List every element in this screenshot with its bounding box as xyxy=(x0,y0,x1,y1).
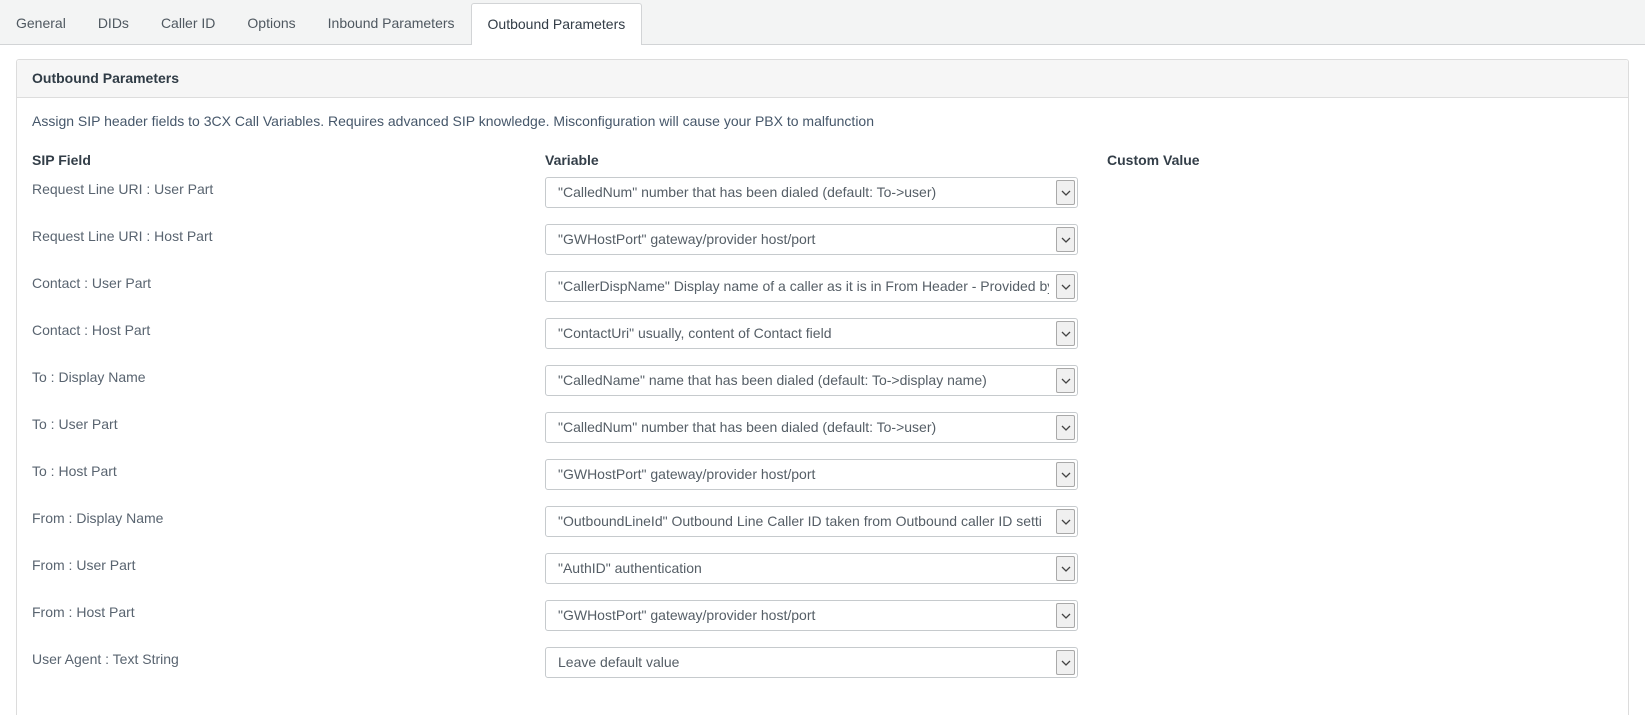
sip-mapping-row: To : User Part "CalledNum" number that h… xyxy=(32,412,1613,459)
sip-mapping-row: From : Display Name "OutboundLineId" Out… xyxy=(32,506,1613,553)
panel-body: Assign SIP header fields to 3CX Call Var… xyxy=(17,98,1628,709)
variable-cell: "AuthID" authentication xyxy=(545,553,1107,584)
chevron-down-icon[interactable] xyxy=(1056,227,1075,252)
custom-value-cell xyxy=(1107,318,1613,319)
chevron-down-icon[interactable] xyxy=(1056,321,1075,346)
tab-options[interactable]: Options xyxy=(231,3,311,44)
variable-select-value: "ContactUri" usually, content of Contact… xyxy=(558,325,1049,341)
custom-value-cell xyxy=(1107,412,1613,413)
sip-mapping-row: From : Host Part "GWHostPort" gateway/pr… xyxy=(32,600,1613,647)
custom-value-cell xyxy=(1107,271,1613,272)
variable-select-value: "CallerDispName" Display name of a calle… xyxy=(558,278,1049,294)
sip-field-label: Contact : User Part xyxy=(32,271,545,292)
help-text: Assign SIP header fields to 3CX Call Var… xyxy=(32,113,1613,130)
variable-cell: "ContactUri" usually, content of Contact… xyxy=(545,318,1107,349)
variable-select-value: "AuthID" authentication xyxy=(558,560,1049,576)
chevron-down-icon[interactable] xyxy=(1056,462,1075,487)
variable-select-value: "CalledNum" number that has been dialed … xyxy=(558,419,1049,435)
variable-cell: "GWHostPort" gateway/provider host/port xyxy=(545,224,1107,255)
sip-field-label: From : Host Part xyxy=(32,600,545,621)
sip-field-label: To : Host Part xyxy=(32,459,545,480)
variable-select-value: "CalledNum" number that has been dialed … xyxy=(558,184,1049,200)
variable-select-value: "GWHostPort" gateway/provider host/port xyxy=(558,607,1049,623)
tab-inbound-parameters[interactable]: Inbound Parameters xyxy=(312,3,471,44)
sip-mapping-row: Contact : Host Part "ContactUri" usually… xyxy=(32,318,1613,365)
custom-value-cell xyxy=(1107,647,1613,648)
variable-select[interactable]: "ContactUri" usually, content of Contact… xyxy=(545,318,1078,349)
chevron-down-icon[interactable] xyxy=(1056,415,1075,440)
variable-cell: "GWHostPort" gateway/provider host/port xyxy=(545,459,1107,490)
variable-select-value: Leave default value xyxy=(558,654,1049,670)
sip-mapping-row: From : User Part "AuthID" authentication xyxy=(32,553,1613,600)
sip-field-label: To : Display Name xyxy=(32,365,545,386)
custom-value-cell xyxy=(1107,177,1613,178)
panel-title: Outbound Parameters xyxy=(17,60,1628,98)
variable-select[interactable]: "AuthID" authentication xyxy=(545,553,1078,584)
sip-mapping-row: Request Line URI : Host Part "GWHostPort… xyxy=(32,224,1613,271)
sip-field-label: Contact : Host Part xyxy=(32,318,545,339)
sip-mapping-row: Contact : User Part "CallerDispName" Dis… xyxy=(32,271,1613,318)
sip-mapping-row: To : Host Part "GWHostPort" gateway/prov… xyxy=(32,459,1613,506)
sip-field-label: Request Line URI : Host Part xyxy=(32,224,545,245)
sip-field-label: User Agent : Text String xyxy=(32,647,545,668)
variable-cell: "OutboundLineId" Outbound Line Caller ID… xyxy=(545,506,1107,537)
variable-cell: "CalledNum" number that has been dialed … xyxy=(545,177,1107,208)
outbound-parameters-panel: Outbound Parameters Assign SIP header fi… xyxy=(16,59,1629,715)
column-header-sip-field: SIP Field xyxy=(32,152,545,169)
chevron-down-icon[interactable] xyxy=(1056,368,1075,393)
column-header-custom-value: Custom Value xyxy=(1107,152,1613,169)
variable-cell: "CalledNum" number that has been dialed … xyxy=(545,412,1107,443)
custom-value-cell xyxy=(1107,506,1613,507)
sip-mapping-row: To : Display Name "CalledName" name that… xyxy=(32,365,1613,412)
tab-outbound-parameters[interactable]: Outbound Parameters xyxy=(471,3,643,45)
sip-field-label: Request Line URI : User Part xyxy=(32,177,545,198)
custom-value-cell xyxy=(1107,365,1613,366)
tab-general[interactable]: General xyxy=(0,3,82,44)
sip-field-label: To : User Part xyxy=(32,412,545,433)
sip-mapping-row: Request Line URI : User Part "CalledNum"… xyxy=(32,177,1613,224)
sip-mapping-rows: Request Line URI : User Part "CalledNum"… xyxy=(32,177,1613,694)
tab-caller-id[interactable]: Caller ID xyxy=(145,3,231,44)
variable-select[interactable]: "GWHostPort" gateway/provider host/port xyxy=(545,459,1078,490)
chevron-down-icon[interactable] xyxy=(1056,274,1075,299)
variable-cell: "CallerDispName" Display name of a calle… xyxy=(545,271,1107,302)
chevron-down-icon[interactable] xyxy=(1056,603,1075,628)
variable-select[interactable]: "CalledNum" number that has been dialed … xyxy=(545,177,1078,208)
variable-select-value: "CalledName" name that has been dialed (… xyxy=(558,372,1049,388)
custom-value-cell xyxy=(1107,553,1613,554)
variable-select-value: "OutboundLineId" Outbound Line Caller ID… xyxy=(558,513,1049,529)
variable-select[interactable]: "GWHostPort" gateway/provider host/port xyxy=(545,600,1078,631)
variable-select[interactable]: "CalledName" name that has been dialed (… xyxy=(545,365,1078,396)
column-header-row: SIP Field Variable Custom Value xyxy=(32,152,1613,169)
sip-field-label: From : User Part xyxy=(32,553,545,574)
variable-select-value: "GWHostPort" gateway/provider host/port xyxy=(558,466,1049,482)
chevron-down-icon[interactable] xyxy=(1056,180,1075,205)
custom-value-cell xyxy=(1107,600,1613,601)
variable-select[interactable]: "OutboundLineId" Outbound Line Caller ID… xyxy=(545,506,1078,537)
tab-dids[interactable]: DIDs xyxy=(82,3,145,44)
variable-select-value: "GWHostPort" gateway/provider host/port xyxy=(558,231,1049,247)
variable-cell: "GWHostPort" gateway/provider host/port xyxy=(545,600,1107,631)
column-header-variable: Variable xyxy=(545,152,1107,169)
custom-value-cell xyxy=(1107,459,1613,460)
variable-select[interactable]: "CalledNum" number that has been dialed … xyxy=(545,412,1078,443)
sip-mapping-row: User Agent : Text String Leave default v… xyxy=(32,647,1613,694)
chevron-down-icon[interactable] xyxy=(1056,650,1075,675)
variable-cell: Leave default value xyxy=(545,647,1107,678)
sip-field-label: From : Display Name xyxy=(32,506,545,527)
tab-bar: General DIDs Caller ID Options Inbound P… xyxy=(0,0,1645,45)
custom-value-cell xyxy=(1107,224,1613,225)
variable-select[interactable]: "GWHostPort" gateway/provider host/port xyxy=(545,224,1078,255)
variable-select[interactable]: "CallerDispName" Display name of a calle… xyxy=(545,271,1078,302)
chevron-down-icon[interactable] xyxy=(1056,556,1075,581)
chevron-down-icon[interactable] xyxy=(1056,509,1075,534)
variable-cell: "CalledName" name that has been dialed (… xyxy=(545,365,1107,396)
variable-select[interactable]: Leave default value xyxy=(545,647,1078,678)
